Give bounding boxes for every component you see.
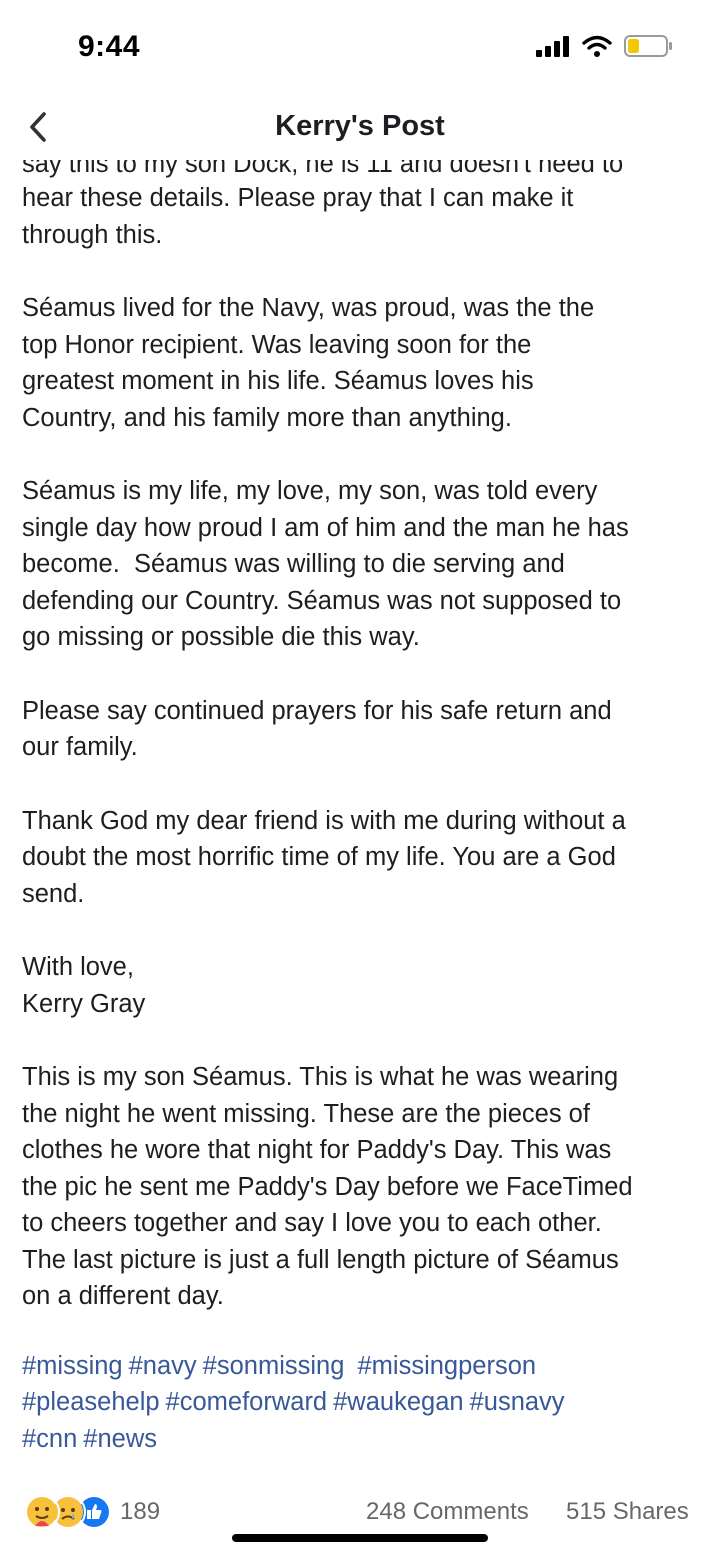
page-title: Kerry's Post [275, 110, 445, 142]
hashtag-link[interactable]: #usnavy [470, 1388, 565, 1416]
hashtag-list: #missing #navy #sonmissing #missingperson #… [22, 1348, 712, 1458]
status-bar: 9:44 [0, 0, 720, 96]
post-content[interactable]: say this to my son Dock, he is 11 and do… [0, 160, 720, 1480]
hashtag-link[interactable]: #missing [22, 1352, 123, 1380]
hashtag-link[interactable]: #pleasehelp [22, 1388, 160, 1416]
status-time: 9:44 [78, 30, 141, 63]
reaction-icons[interactable] [24, 1494, 116, 1530]
care-reaction-icon [24, 1494, 60, 1530]
post-paragraph: Please say continued prayers for his saf… [22, 696, 612, 762]
hashtag-link[interactable]: #sonmissing [203, 1352, 345, 1380]
post-paragraph: Thank God my dear friend is with me duri… [22, 806, 626, 908]
battery-icon [624, 35, 672, 57]
post-paragraph: hear these details. Please pray that I c… [22, 184, 574, 249]
hashtag-link[interactable]: #news [83, 1425, 157, 1453]
cellular-signal-icon [536, 36, 569, 57]
reaction-count[interactable]: 189 [120, 1498, 160, 1526]
post-paragraph: Séamus is my life, my love, my son, was … [22, 477, 629, 651]
shares-count-link[interactable]: 515 Shares [566, 1498, 689, 1526]
status-icons [536, 34, 674, 58]
hashtag-link[interactable]: #navy [129, 1352, 197, 1380]
comments-count-link[interactable]: 248 Comments [366, 1498, 529, 1526]
post-text-partial-line: say this to my son Dock, he is 11 and do… [22, 160, 624, 178]
post-body: hear these details. Please pray that I c… [22, 180, 712, 1457]
engagement-bar: 189 248 Comments 515 Shares [0, 1492, 720, 1532]
nav-bar: Kerry's Post [0, 96, 720, 160]
hashtag-link[interactable]: #comeforward [166, 1388, 328, 1416]
home-indicator[interactable] [232, 1534, 488, 1542]
hashtag-link[interactable]: #missingperson [350, 1352, 536, 1380]
wifi-icon [582, 35, 612, 57]
post-paragraph: Séamus lived for the Navy, was proud, wa… [22, 294, 595, 432]
post-paragraph: This is my son Séamus. This is what he w… [22, 1063, 633, 1310]
hashtag-link[interactable]: #cnn [22, 1425, 77, 1453]
hashtag-link[interactable]: #waukegan [333, 1388, 463, 1416]
post-signature: With love, Kerry Gray [22, 953, 146, 1018]
